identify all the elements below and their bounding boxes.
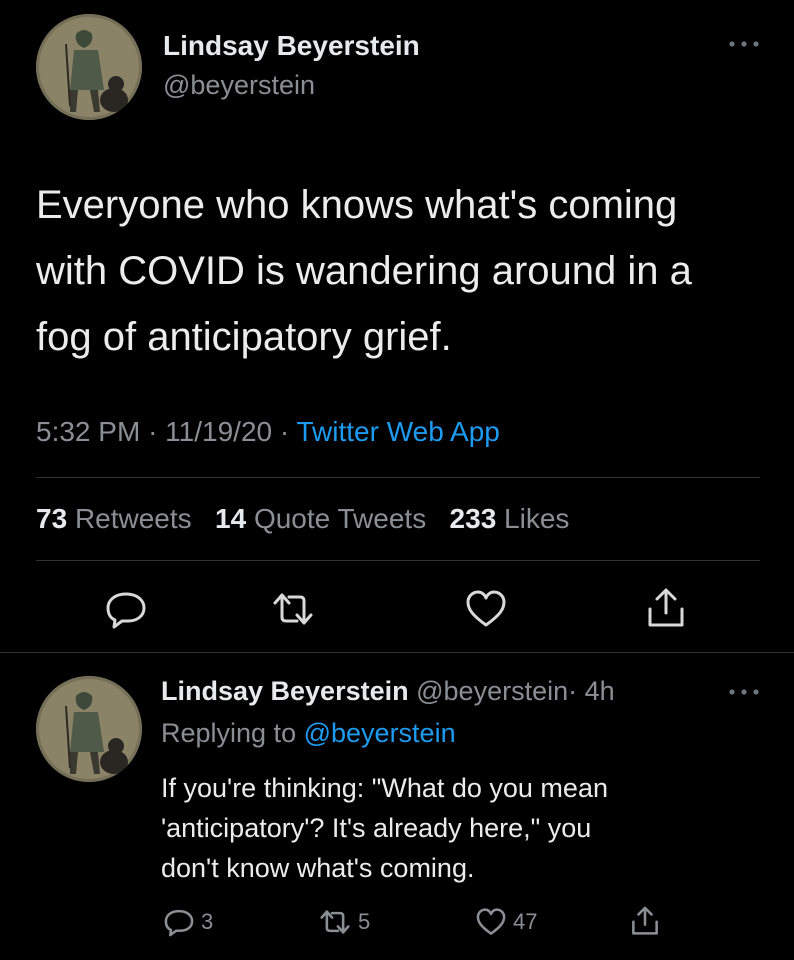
reply-like-button[interactable]: 47 [475,907,537,937]
meta-separator: · [148,416,158,447]
retweets-label: Retweets [74,503,192,534]
likes-label: Likes [504,503,570,534]
reply-retweet-button[interactable]: 5 [318,907,370,937]
reply-age[interactable]: · 4h [568,676,615,706]
reply-text-line: If you're thinking: "What do you mean [161,773,608,803]
like-count: 47 [513,909,538,934]
retweet-count: 5 [358,909,371,934]
likes-stat[interactable]: 233 Likes [450,503,570,534]
heart-icon [476,908,506,935]
reply-reply-button[interactable]: 3 [163,907,213,937]
more-horizontal-icon [729,689,759,695]
share-icon [648,588,684,627]
tweet-text-line: with COVID is wandering around in a [36,249,692,293]
reply-author-handle[interactable]: @beyerstein [416,676,568,706]
reply-icon [164,909,194,937]
engagement-stats: 73 Retweets 14 Quote Tweets 233 Likes [36,503,569,535]
retweet-icon [273,593,313,625]
reply-text-line: 'anticipatory'? It's already here," you [161,813,592,843]
retweet-button[interactable] [270,589,316,629]
replying-to-handle[interactable]: @beyerstein [304,718,456,748]
reply-text-line: don't know what's coming. [161,853,475,883]
tweet-text: Everyone who knows what's coming with CO… [36,172,776,370]
tweet-meta: 5:32 PM · 11/19/20 · Twitter Web App [36,416,500,448]
more-horizontal-icon [729,41,759,47]
replying-to: Replying to @beyerstein [161,718,456,749]
reply-more-options-button[interactable] [724,680,764,704]
author-handle[interactable]: @beyerstein [163,70,315,101]
divider [36,560,760,561]
reply-button[interactable] [104,589,148,629]
divider [0,652,794,653]
author-name[interactable]: Lindsay Beyerstein [163,30,420,62]
more-options-button[interactable] [724,32,764,56]
reply-author-avatar[interactable] [36,676,142,782]
reply-count: 3 [201,909,214,934]
reply-icon [106,592,146,629]
tweet-time[interactable]: 5:32 PM [36,416,140,447]
reply-share-button[interactable] [629,905,661,937]
quote-tweets-label: Quote Tweets [253,503,427,534]
share-icon [632,906,658,935]
retweets-stat[interactable]: 73 Retweets [36,503,199,534]
quote-tweets-count: 14 [215,503,247,534]
reply-text: If you're thinking: "What do you mean 'a… [161,768,781,888]
likes-count: 233 [449,503,497,534]
tweet-text-line: Everyone who knows what's coming [36,183,678,227]
reply-header: Lindsay Beyerstein @beyerstein· 4h [161,676,615,707]
share-button[interactable] [644,587,688,629]
replying-to-label: Replying to [161,718,297,748]
retweets-count: 73 [36,503,68,534]
tweet-source-link[interactable]: Twitter Web App [296,416,499,447]
retweet-icon [320,910,350,934]
meta-separator: · [279,416,290,447]
tweet-text-line: fog of anticipatory grief. [36,315,452,359]
tweet-date[interactable]: 11/19/20 [165,416,272,447]
reply-author-name[interactable]: Lindsay Beyerstein [161,676,409,706]
heart-icon [466,590,506,627]
divider [36,477,760,478]
like-button[interactable] [464,589,508,629]
quote-tweets-stat[interactable]: 14 Quote Tweets [215,503,434,534]
author-avatar[interactable] [36,14,142,120]
